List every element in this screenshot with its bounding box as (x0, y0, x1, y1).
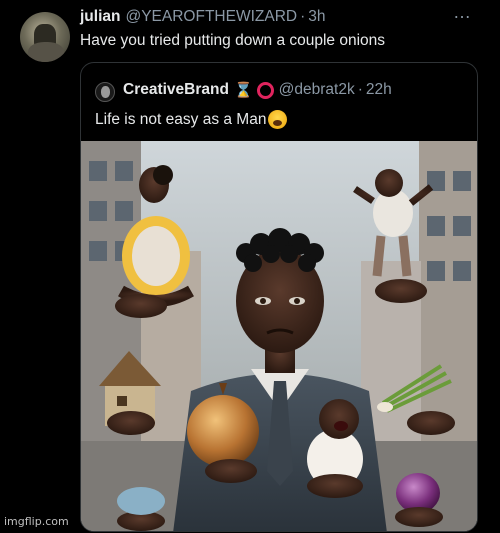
tweet-header: julian @YEAROFTHEWIZARD · 3h (80, 8, 326, 28)
red-onion (396, 473, 440, 513)
timestamp[interactable]: 3h (308, 8, 325, 26)
tweet: julian @YEAROFTHEWIZARD · 3h … Have you … (0, 0, 500, 533)
quoted-text-row: Life is not easy as a Man (95, 110, 288, 129)
user-handle[interactable]: @YEAROFTHEWIZARD (125, 8, 297, 26)
quoted-image[interactable] (81, 141, 478, 532)
brown-onion (187, 395, 259, 467)
quoted-timestamp[interactable]: 22h (366, 81, 392, 99)
fearful-face-emoji-icon (268, 110, 288, 129)
hourglass-icon: ⌛ (233, 82, 253, 99)
quoted-avatar[interactable] (95, 82, 115, 102)
quoted-header: CreativeBrand ⌛ @debrat2k · 22h (123, 81, 392, 99)
tweet-text: Have you tried putting down a couple oni… (80, 32, 386, 49)
watermark: imgflip.com (4, 515, 69, 528)
quoted-tweet[interactable]: CreativeBrand ⌛ @debrat2k · 22h Life is … (80, 62, 478, 532)
more-options-icon[interactable]: … (453, 2, 472, 23)
avatar[interactable] (20, 12, 70, 62)
display-name[interactable]: julian (80, 8, 120, 26)
quoted-separator-dot: · (357, 81, 363, 98)
quoted-text: Life is not easy as a Man (95, 110, 267, 128)
separator-dot: · (300, 8, 306, 25)
quoted-user-handle[interactable]: @debrat2k (279, 81, 355, 99)
toy-figure (117, 487, 165, 515)
red-circle-icon (256, 81, 274, 99)
quoted-display-name[interactable]: CreativeBrand (123, 81, 229, 99)
